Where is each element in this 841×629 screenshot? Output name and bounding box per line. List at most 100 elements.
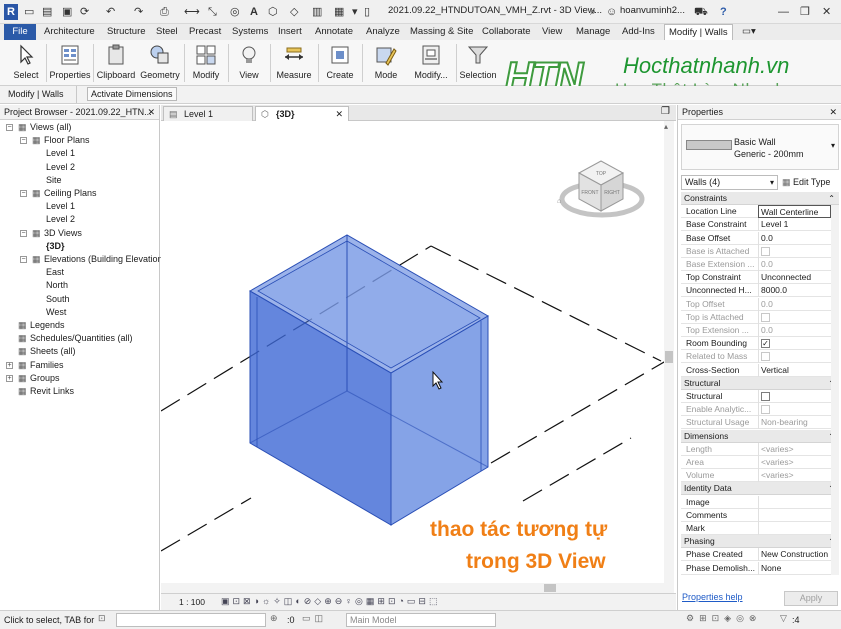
- tree-item[interactable]: Site: [46, 175, 62, 186]
- property-value[interactable]: [758, 390, 831, 403]
- apply-button[interactable]: Apply: [784, 591, 838, 606]
- sync-icon[interactable]: ⟳: [80, 4, 89, 20]
- property-value[interactable]: [758, 495, 831, 509]
- chevron-down-icon[interactable]: ▾: [831, 141, 835, 150]
- property-value[interactable]: 8000.0: [758, 284, 831, 298]
- property-section-header[interactable]: Identity Data⌃: [681, 482, 839, 496]
- tree-toggle[interactable]: −: [6, 124, 13, 131]
- property-value[interactable]: ✓: [758, 337, 831, 351]
- properties-button[interactable]: Properties: [49, 42, 91, 84]
- property-value[interactable]: [758, 522, 831, 535]
- modify-wall-button[interactable]: Modify...: [408, 42, 454, 84]
- checkbox[interactable]: ✓: [761, 338, 770, 348]
- dimension-icon[interactable]: ⤡: [208, 4, 217, 20]
- switch-windows-icon[interactable]: ▦: [334, 4, 344, 20]
- tab-insert[interactable]: Insert: [274, 24, 306, 40]
- design-options-icons[interactable]: ▭◫: [302, 613, 327, 624]
- customize-qat-icon[interactable]: ▾: [352, 4, 358, 20]
- tree-item[interactable]: West: [46, 307, 66, 318]
- tree-toggle[interactable]: −: [20, 229, 27, 237]
- tree-item[interactable]: Level 2: [46, 162, 75, 173]
- property-section-header[interactable]: Constraints ⌃: [681, 192, 839, 205]
- checkbox[interactable]: [761, 312, 770, 322]
- folder-icon[interactable]: ▤: [42, 4, 52, 20]
- tree-toggle[interactable]: −: [20, 137, 27, 145]
- tab-3d-view[interactable]: ⬡ {3D} ✕: [255, 106, 349, 121]
- view-control-icons[interactable]: ▣⊡⊠◑☼✧◫◐⊘◇⊕⊖♀◎▦⊞⊡◔▭⊟⬚: [221, 596, 440, 607]
- tree-item[interactable]: Groups: [30, 373, 60, 384]
- property-value[interactable]: <varies>: [758, 456, 831, 469]
- ribbon-options-icon[interactable]: ▭▾: [738, 24, 760, 40]
- mode-button[interactable]: Mode: [366, 42, 406, 84]
- checkbox[interactable]: [761, 391, 770, 401]
- restore-icon[interactable]: ❐: [800, 4, 810, 20]
- save-icon[interactable]: ▣: [62, 4, 72, 20]
- tab-massing-site[interactable]: Massing & Site: [406, 24, 477, 40]
- measure-icon[interactable]: ⟷: [184, 4, 200, 20]
- activate-dimensions-button[interactable]: Activate Dimensions: [87, 87, 177, 101]
- viewcube[interactable]: TOP FRONT RIGHT ⌂: [557, 160, 645, 218]
- tag-icon[interactable]: ◎: [230, 4, 240, 20]
- tree-item[interactable]: Level 2: [46, 214, 75, 225]
- selected-walls[interactable]: [249, 234, 489, 526]
- checkbox[interactable]: [761, 404, 770, 414]
- property-value[interactable]: Unconnected: [758, 271, 831, 285]
- horizontal-scrollbar[interactable]: [161, 583, 664, 593]
- select-button[interactable]: Select: [8, 42, 44, 84]
- cart-icon[interactable]: ⛟: [694, 4, 708, 20]
- close-icon[interactable]: ✕: [147, 105, 155, 120]
- tree-item[interactable]: Level 1: [46, 148, 75, 159]
- tab-modify-walls[interactable]: Modify | Walls: [664, 24, 733, 40]
- property-value[interactable]: [758, 403, 831, 417]
- tab-annotate[interactable]: Annotate: [311, 24, 357, 40]
- vertical-scroll-thumb[interactable]: [665, 351, 673, 363]
- tab-analyze[interactable]: Analyze: [362, 24, 404, 40]
- property-value[interactable]: None: [758, 561, 831, 575]
- tree-item[interactable]: 3D Views: [44, 228, 82, 239]
- tab-architecture[interactable]: Architecture: [40, 24, 99, 40]
- property-value[interactable]: Non-bearing: [758, 416, 831, 430]
- close-icon[interactable]: ✕: [822, 4, 831, 20]
- measure-button[interactable]: Measure: [272, 42, 316, 84]
- tree-toggle[interactable]: −: [20, 256, 27, 263]
- property-value[interactable]: [758, 244, 831, 258]
- tab-view[interactable]: View: [538, 24, 566, 40]
- property-value[interactable]: New Construction: [758, 548, 831, 562]
- tree-toggle[interactable]: +: [6, 374, 13, 382]
- property-section-header[interactable]: Structural⌃: [681, 376, 839, 390]
- tree-toggle[interactable]: +: [6, 361, 13, 369]
- checkbox[interactable]: [761, 352, 770, 362]
- selection-toggle-icons[interactable]: ⚙⊞⊡◈◎⊗: [686, 613, 761, 624]
- modify-button[interactable]: Modify: [186, 42, 226, 84]
- tree-item[interactable]: Schedules/Quantities (all): [30, 333, 133, 344]
- tree-item[interactable]: East: [46, 267, 64, 278]
- tab-file[interactable]: File: [4, 24, 36, 40]
- property-value[interactable]: <varies>: [758, 442, 831, 456]
- property-value[interactable]: 0.0: [758, 297, 831, 311]
- tab-systems[interactable]: Systems: [228, 24, 272, 40]
- checkbox[interactable]: [761, 246, 770, 256]
- tree-item[interactable]: Legends: [30, 320, 65, 331]
- property-value[interactable]: Level 1: [758, 218, 831, 232]
- tree-item[interactable]: Elevations (Building Elevation): [44, 254, 166, 265]
- tree-item[interactable]: Families: [30, 360, 64, 371]
- create-button[interactable]: Create: [320, 42, 360, 84]
- 3d-view-icon[interactable]: ⬡: [268, 4, 278, 20]
- tab-precast[interactable]: Precast: [185, 24, 225, 40]
- design-option-dropdown[interactable]: Main Model: [346, 613, 496, 627]
- restore-view-icon[interactable]: ❐: [661, 106, 670, 117]
- tree-item[interactable]: Ceiling Plans: [44, 188, 97, 199]
- tree-item[interactable]: {3D}: [46, 241, 65, 252]
- property-value[interactable]: 0.0: [758, 324, 831, 337]
- selection-button[interactable]: Selection: [458, 42, 498, 84]
- tab-structure[interactable]: Structure: [103, 24, 150, 40]
- property-value[interactable]: 0.0: [758, 258, 831, 271]
- property-value[interactable]: [758, 310, 831, 324]
- close-hidden-icon[interactable]: ▥: [312, 4, 322, 20]
- help-icon[interactable]: ?: [720, 4, 727, 20]
- view-scale[interactable]: 1 : 100: [179, 597, 205, 607]
- tab-add-ins[interactable]: Add-Ins: [618, 24, 659, 40]
- tree-item[interactable]: Sheets (all): [30, 346, 76, 357]
- workset-dropdown[interactable]: [116, 613, 266, 627]
- close-icon[interactable]: ✕: [829, 105, 837, 120]
